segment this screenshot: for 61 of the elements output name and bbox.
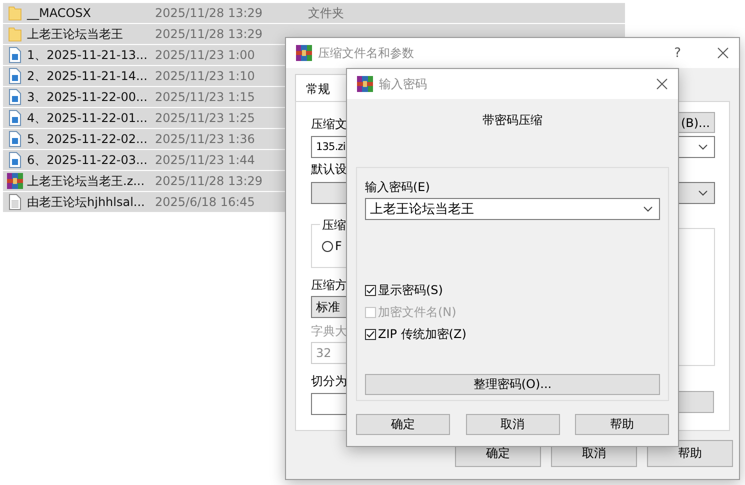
dialog-button[interactable]: 确定: [356, 414, 450, 435]
window-title: 输入密码: [379, 76, 427, 92]
dialog-heading: 带密码压缩: [482, 112, 544, 129]
dialog-button[interactable]: 帮助: [647, 440, 733, 467]
file-name: 6、2025-11-22-03...: [27, 152, 148, 168]
books-icon: [296, 45, 312, 61]
radio-button[interactable]: F: [322, 239, 470, 253]
checkmark-icon: [366, 286, 375, 295]
file-date: 2025/11/23 1:15: [155, 90, 255, 104]
folder-icon: [8, 26, 22, 42]
file-name: 4、2025-11-22-01...: [27, 110, 148, 126]
close-icon[interactable]: [656, 78, 668, 90]
file-date: 2025/11/23 1:25: [155, 111, 255, 125]
books-icon: [357, 76, 373, 92]
file-date: 2025/11/28 13:29: [155, 174, 263, 188]
document-icon: [9, 110, 21, 126]
document-icon: [9, 68, 21, 84]
file-date: 2025/11/23 1:44: [155, 153, 255, 167]
file-date: 2025/11/23 1:36: [155, 132, 255, 146]
file-date: 2025/11/28 13:29: [155, 27, 263, 41]
close-icon[interactable]: [717, 47, 729, 59]
file-name: 3、2025-11-22-00...: [27, 88, 148, 106]
file-name: __MACOSX: [27, 6, 92, 20]
document-icon: [9, 152, 21, 168]
folder-icon: [8, 5, 22, 21]
checkmark-icon: [366, 330, 375, 339]
document-icon: [9, 131, 21, 147]
chevron-down-icon: [643, 206, 653, 212]
field-label: 切分为: [311, 373, 347, 390]
document-icon: [9, 89, 21, 105]
file-name: 1、2025-11-21-13...: [27, 46, 148, 64]
password-field[interactable]: 上老王论坛当老王: [365, 198, 660, 220]
tab[interactable]: 常规: [295, 74, 347, 101]
help-button[interactable]: ?: [674, 46, 681, 60]
chevron-down-icon: [698, 144, 708, 150]
dialog-button[interactable]: 帮助: [575, 414, 669, 435]
text-file-icon: [9, 194, 21, 210]
file-name: 由老王论坛hjhhlsal...: [27, 194, 145, 210]
file-row[interactable]: __MACOSX 2025/11/28 13:29 文件夹: [3, 3, 625, 23]
file-name: 5、2025-11-22-02...: [27, 130, 148, 148]
field-label: 输入密码(E): [365, 179, 431, 196]
field-label: 默认设: [311, 161, 347, 178]
checkbox[interactable]: 显示密码(S): [365, 282, 660, 299]
file-date: 2025/11/23 1:10: [155, 69, 255, 83]
field-label: 字典大: [311, 323, 347, 340]
file-date: 2025/11/23 1:00: [155, 48, 255, 62]
books-icon: [7, 173, 23, 189]
file-name: 上老王论坛当老王: [27, 26, 123, 42]
file-date: 2025/6/18 16:45: [155, 195, 255, 209]
organize-passwords-button[interactable]: 整理密码(O)...: [365, 374, 660, 395]
dialog-button[interactable]: 取消: [466, 414, 560, 435]
field-label: 压缩方: [311, 277, 347, 294]
document-icon: [9, 47, 21, 63]
file-date: 2025/11/28 13:29: [155, 6, 263, 20]
file-name: 2、2025-11-21-14...: [27, 68, 148, 84]
field-label: 压缩文: [311, 116, 347, 133]
file-name: 上老王论坛当老王.z...: [27, 172, 145, 190]
file-type: 文件夹: [308, 4, 344, 22]
checkbox[interactable]: ZIP 传统加密(Z): [365, 326, 660, 343]
chevron-down-icon: [698, 190, 708, 196]
window-title: 压缩文件名和参数: [318, 44, 414, 62]
